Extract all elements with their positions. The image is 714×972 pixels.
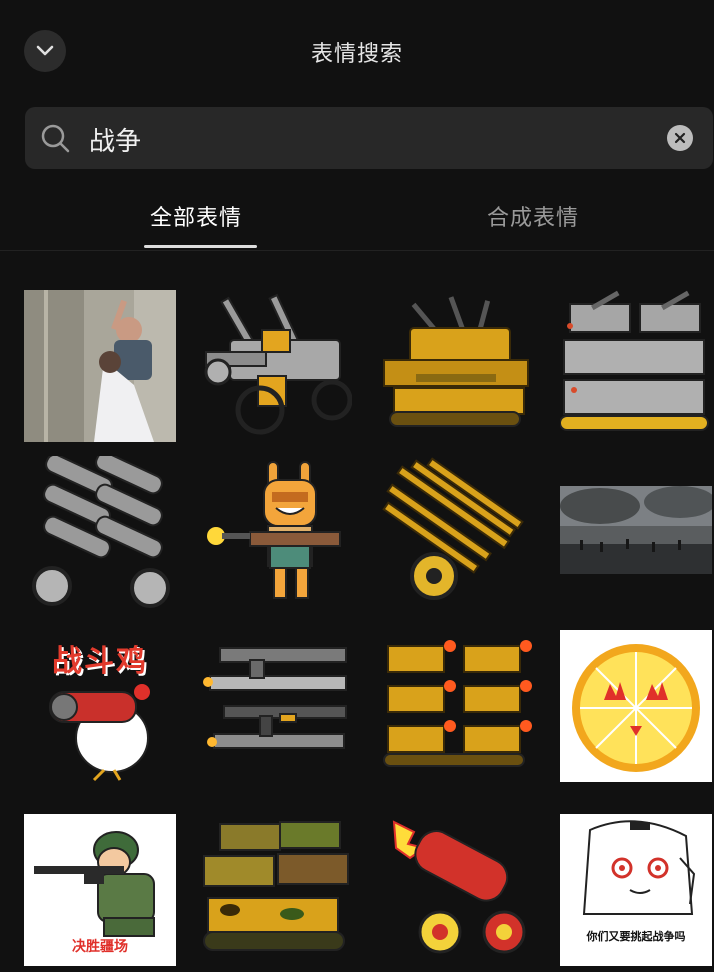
sticker-result[interactable] <box>560 456 712 608</box>
sticker-result[interactable] <box>24 290 176 442</box>
sticker-result[interactable] <box>200 456 352 608</box>
rocket-launcher-image <box>32 456 170 608</box>
active-tab-indicator <box>144 245 257 248</box>
clear-button[interactable] <box>667 125 693 151</box>
sticker-result[interactable]: 你们又要挑起战争吗 <box>560 814 712 966</box>
yellow-tank-image <box>383 296 529 427</box>
sticker-result[interactable] <box>560 290 712 442</box>
sticker-result[interactable] <box>560 630 712 782</box>
sticker-caption: 你们又要挑起战争吗 <box>586 930 686 943</box>
sticker-result[interactable] <box>380 630 532 782</box>
sticker-result[interactable] <box>200 814 352 966</box>
stacked-guns-image <box>203 647 347 749</box>
search-icon <box>41 124 70 153</box>
sticker-result[interactable]: 战斗鸡 <box>24 630 176 782</box>
grey-tanks-image <box>560 290 709 431</box>
tab-composite-stickers[interactable]: 合成表情 <box>487 200 579 232</box>
camo-tanks-image <box>203 821 349 951</box>
sticker-result[interactable] <box>380 290 532 442</box>
sticker-result[interactable] <box>380 456 532 608</box>
battlefield-photo-image <box>560 486 712 574</box>
sticker-result[interactable] <box>200 290 352 442</box>
bunny-shooter-image <box>207 461 341 599</box>
sticker-caption: 决胜疆场 <box>72 939 128 955</box>
sticker-result[interactable] <box>200 630 352 782</box>
firing-cannons-image <box>383 640 532 767</box>
golden-cannon-image <box>382 457 524 600</box>
fight-photo-image <box>24 290 176 442</box>
page-title: 表情搜索 <box>310 42 403 67</box>
header: 表情搜索 <box>0 0 714 104</box>
red-cannon-image <box>392 820 526 954</box>
tab-bar: 全部表情 合成表情 <box>0 190 714 251</box>
search-bar[interactable] <box>25 107 713 169</box>
sticker-result[interactable] <box>24 456 176 608</box>
results-grid: 战斗鸡 决胜疆场 你们又要挑起战争吗 <box>0 250 714 972</box>
lemon-face-image <box>572 644 700 772</box>
sticker-result[interactable]: 决胜疆场 <box>24 814 176 966</box>
sticker-result[interactable] <box>380 814 532 966</box>
clear-icon <box>674 132 686 144</box>
tab-all-stickers[interactable]: 全部表情 <box>150 200 242 232</box>
search-input[interactable] <box>87 117 651 161</box>
anti-aircraft-gun-image <box>204 293 352 435</box>
sticker-caption: 战斗鸡 <box>52 644 148 679</box>
